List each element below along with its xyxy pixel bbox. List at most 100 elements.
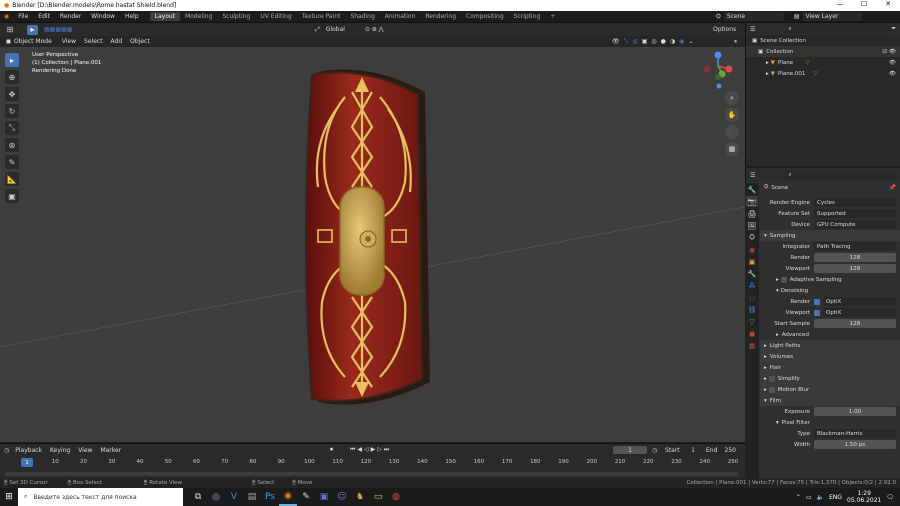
- select-box-tool-icon[interactable]: ▸: [5, 53, 19, 67]
- object-mode-selector[interactable]: Object Mode: [14, 38, 52, 45]
- files-icon[interactable]: ▤: [243, 488, 261, 506]
- grid-icon[interactable]: ▦: [725, 142, 739, 156]
- start-sample-field[interactable]: 128: [814, 319, 896, 328]
- denoise-render-dropdown[interactable]: OptiX: [823, 297, 896, 306]
- viewport-menu-add[interactable]: Add: [111, 38, 123, 45]
- menu-render[interactable]: Render: [55, 13, 86, 20]
- tab-sculpting[interactable]: Sculpting: [217, 12, 255, 21]
- snap-icon[interactable]: ⊙ ⊛ ⋀: [365, 26, 384, 33]
- close-button[interactable]: ✕: [876, 0, 900, 8]
- advanced-subpanel[interactable]: ▸ Advanced: [760, 329, 900, 340]
- denoising-subpanel[interactable]: ▾ Denoising: [760, 285, 900, 296]
- tool-tab-icon[interactable]: 🔧: [746, 184, 758, 195]
- denoise-viewport-dropdown[interactable]: OptiX: [823, 308, 896, 317]
- viewport-menu-view[interactable]: View: [62, 38, 76, 45]
- task-view-icon[interactable]: ⧉: [189, 488, 207, 506]
- chrome-icon[interactable]: ◍: [387, 488, 405, 506]
- sampling-section-header[interactable]: ▾ Sampling: [760, 230, 900, 241]
- selection-mode-icons[interactable]: ▦▦▦▦▦: [44, 26, 72, 33]
- data-tab-icon[interactable]: ▽: [746, 316, 758, 327]
- render-engine-dropdown[interactable]: Cycles: [814, 198, 896, 207]
- annotate-tool-icon[interactable]: ✎: [5, 155, 19, 169]
- explorer-icon[interactable]: ▭: [369, 488, 387, 506]
- viewport-menu-object[interactable]: Object: [130, 38, 150, 45]
- volumes-section[interactable]: ▸ Volumes: [760, 351, 900, 362]
- output-tab-icon[interactable]: 🖨: [746, 208, 758, 219]
- timeline-scrollbar[interactable]: [5, 472, 738, 476]
- editor-icon[interactable]: ✎: [297, 488, 315, 506]
- tab-scripting[interactable]: Scripting: [509, 12, 546, 21]
- scene-tab-icon[interactable]: ⛭: [746, 232, 758, 243]
- select-tool-icon[interactable]: ▸: [27, 24, 38, 35]
- modifier-tab-icon[interactable]: 🔧: [746, 268, 758, 279]
- device-dropdown[interactable]: GPU Compute: [814, 220, 896, 229]
- network-icon[interactable]: ▭: [806, 494, 812, 501]
- outliner-item-plane[interactable]: ▸ ▼ Plane ▽ 👁: [746, 57, 900, 68]
- clock[interactable]: 1:29 05.06.2021: [847, 490, 881, 504]
- zoom-icon[interactable]: ⌕: [725, 91, 739, 105]
- options-dropdown[interactable]: Options: [710, 25, 740, 34]
- object-tab-icon[interactable]: ▣: [746, 256, 758, 267]
- shading-wireframe-icon[interactable]: ◎: [651, 38, 656, 45]
- outliner-item-plane-001[interactable]: ▸ ▼ Plane.001 ▽ 👁: [746, 68, 900, 79]
- adaptive-sampling-checkbox[interactable]: [780, 276, 787, 283]
- move-tool-icon[interactable]: ✥: [5, 87, 19, 101]
- integrator-dropdown[interactable]: Path Tracing: [814, 242, 896, 251]
- particles-tab-icon[interactable]: ⁂: [746, 280, 758, 291]
- outliner-scene-collection[interactable]: ▣ Scene Collection: [746, 35, 900, 46]
- tab-uv-editing[interactable]: UV Editing: [255, 12, 296, 21]
- film-section[interactable]: ▾ Film: [760, 395, 900, 406]
- measure-tool-icon[interactable]: 📐: [5, 172, 19, 186]
- cursor-tool-icon[interactable]: ⊕: [5, 70, 19, 84]
- physics-tab-icon[interactable]: ◌: [746, 292, 758, 303]
- menu-file[interactable]: File: [13, 13, 33, 20]
- orientation-selector[interactable]: Global: [322, 25, 357, 34]
- world-tab-icon[interactable]: ◉: [746, 244, 758, 255]
- language-indicator[interactable]: ENG: [829, 494, 842, 501]
- checkbox-icon[interactable]: ☑ 👁: [882, 49, 896, 55]
- filter-icon[interactable]: ⏷: [891, 25, 896, 33]
- tab-shading[interactable]: Shading: [345, 12, 379, 21]
- material-tab-icon[interactable]: ●: [746, 328, 758, 339]
- blender-icon[interactable]: ◉: [279, 488, 297, 506]
- visibility-eye-icon[interactable]: 👁: [889, 60, 896, 66]
- constraints-tab-icon[interactable]: ⛓: [746, 304, 758, 315]
- xray-icon[interactable]: ▣: [642, 38, 648, 45]
- tab-animation[interactable]: Animation: [380, 12, 421, 21]
- camera-icon[interactable]: 🎥: [725, 125, 739, 139]
- hair-section[interactable]: ▸ Hair: [760, 362, 900, 373]
- scene-selector[interactable]: Scene: [723, 12, 784, 21]
- blender-menu-icon[interactable]: ◉: [0, 13, 13, 20]
- tab-rendering[interactable]: Rendering: [420, 12, 461, 21]
- minimize-button[interactable]: —: [828, 0, 852, 8]
- tab-compositing[interactable]: Compositing: [461, 12, 509, 21]
- taskbar-search-box[interactable]: ⌕ Введите здесь текст для поиска: [18, 488, 183, 506]
- playhead[interactable]: 1: [21, 458, 33, 467]
- light-paths-section[interactable]: ▸ Light Paths: [760, 340, 900, 351]
- add-workspace-button[interactable]: +: [545, 12, 560, 21]
- outliner-collection[interactable]: ▣ Collection ☑ 👁: [746, 46, 900, 57]
- outliner-search-input[interactable]: ⌕: [785, 25, 888, 33]
- windows-start-icon[interactable]: ⊞: [0, 488, 18, 506]
- app-icon[interactable]: ♞: [351, 488, 369, 506]
- tab-texture-paint[interactable]: Texture Paint: [297, 12, 346, 21]
- add-cube-tool-icon[interactable]: ▣: [5, 189, 19, 203]
- pan-hand-icon[interactable]: ✋: [725, 108, 739, 122]
- shading-solid-icon[interactable]: ●: [661, 38, 666, 45]
- outliner-editor-icon[interactable]: ☰: [750, 26, 755, 33]
- notification-icon[interactable]: 🗨: [886, 494, 894, 501]
- shading-rendered-icon[interactable]: ◉: [679, 38, 684, 45]
- render-samples-field[interactable]: 128: [814, 253, 896, 262]
- exposure-field[interactable]: 1.00: [814, 407, 896, 416]
- 3d-viewport[interactable]: ▸ ⊕ ✥ ↻ ⤡ ⊛ ✎ 📐 ▣ User Perspective (1) C…: [0, 47, 745, 442]
- photoshop-icon[interactable]: Ps: [261, 488, 279, 506]
- denoise-viewport-checkbox[interactable]: [814, 309, 820, 316]
- shading-options-icon[interactable]: ⌄: [688, 38, 693, 45]
- visibility-eye-icon[interactable]: 👁: [889, 71, 896, 77]
- simplify-section[interactable]: ▸ Simplify: [760, 373, 900, 384]
- expand-icon[interactable]: ▸: [766, 60, 769, 66]
- texture-tab-icon[interactable]: ▦: [746, 340, 758, 351]
- steam-icon[interactable]: ◎: [207, 488, 225, 506]
- overlay-icon[interactable]: ◍: [632, 38, 637, 45]
- view-layer-tab-icon[interactable]: 🖼: [746, 220, 758, 231]
